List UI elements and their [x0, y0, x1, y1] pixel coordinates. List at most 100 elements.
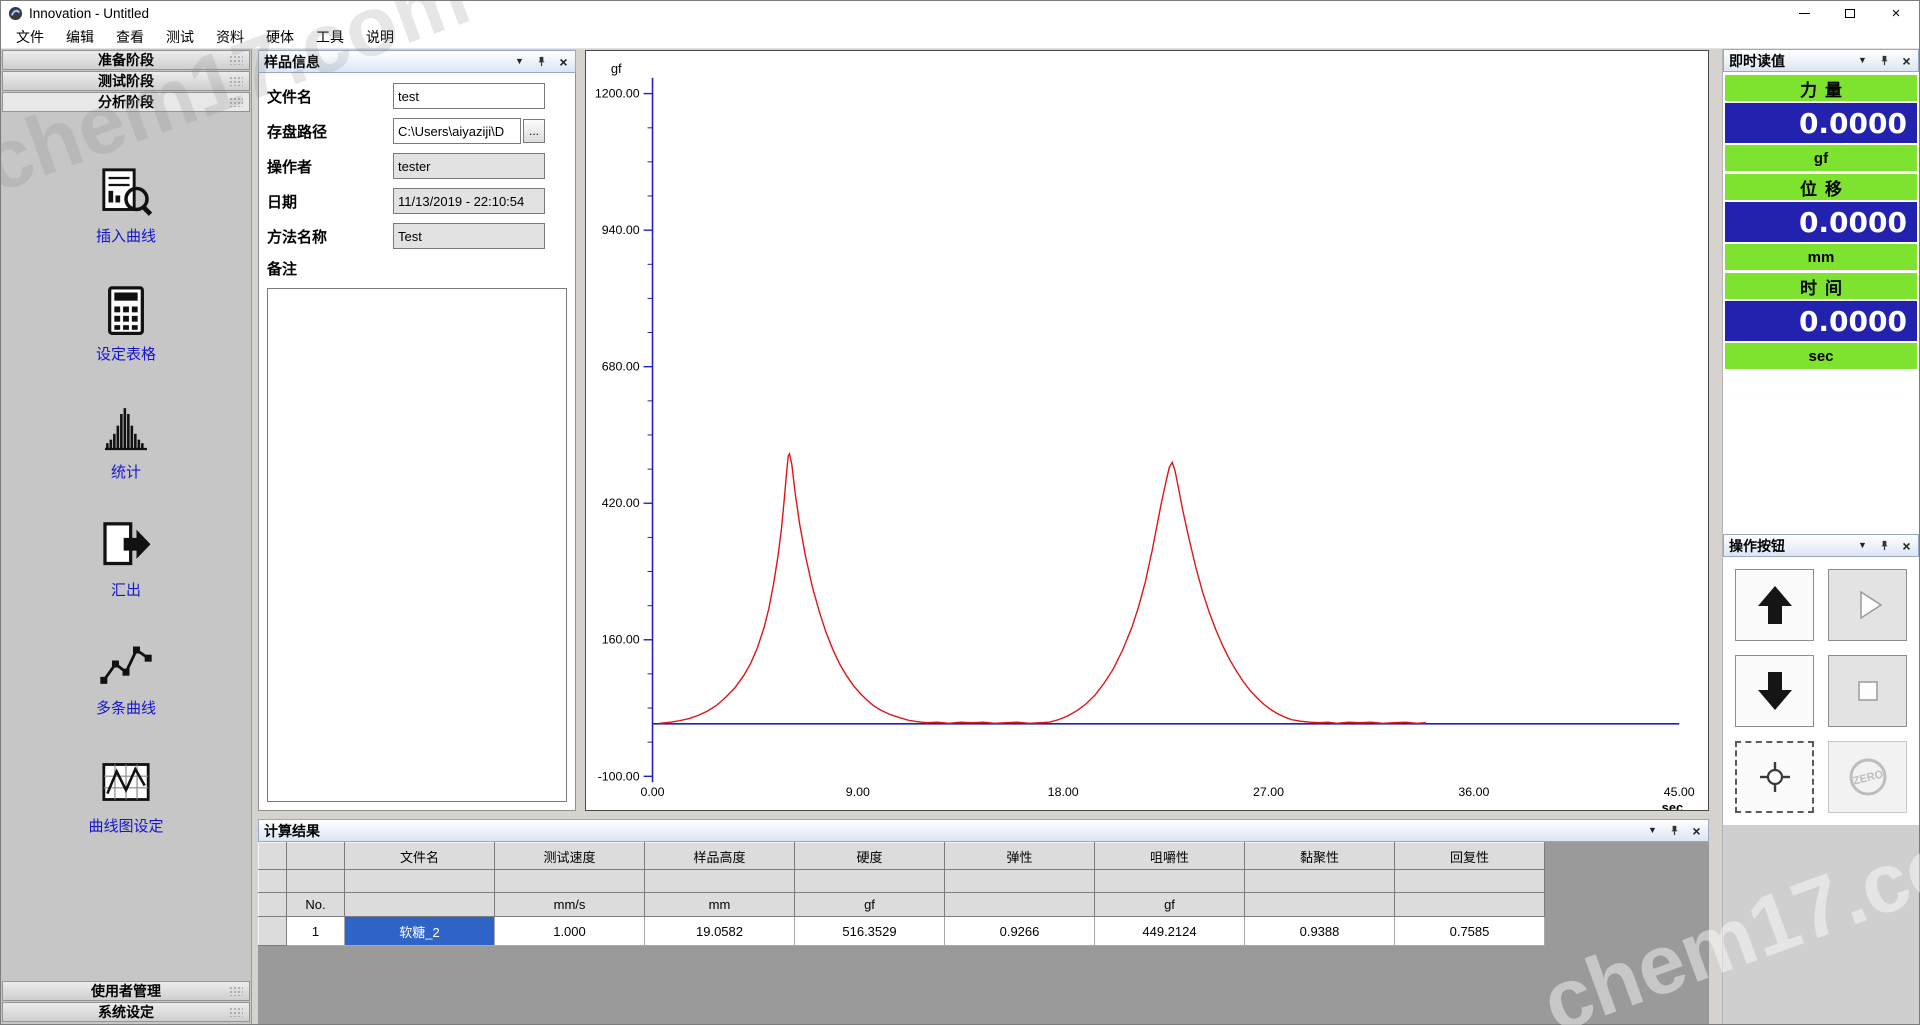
force-reading: 力量 0.0000 gf [1725, 75, 1917, 171]
minimize-icon [1799, 13, 1810, 14]
row-number-cell[interactable]: 1 [287, 917, 345, 946]
menu-data[interactable]: 资料 [205, 25, 255, 49]
resilience-cell[interactable]: 0.7585 [1395, 917, 1545, 946]
date-field[interactable] [393, 188, 545, 214]
pin-icon[interactable] [1668, 824, 1681, 837]
header-cell [345, 870, 495, 893]
insert-curve-button[interactable]: 插入曲线 [96, 164, 156, 246]
header-cell-speed: 测试速度 [495, 843, 645, 870]
tool-label: 插入曲线 [96, 225, 156, 246]
height-cell[interactable]: 19.0582 [645, 917, 795, 946]
sidebar-item-system-settings[interactable]: 系统设定 [2, 1002, 250, 1022]
row-header-cell[interactable] [259, 917, 287, 946]
operator-field[interactable] [393, 153, 545, 179]
content-area: 准备阶段 测试阶段 分析阶段 插入曲线 [1, 49, 1919, 1024]
close-icon[interactable]: × [1690, 824, 1703, 837]
notes-label: 备注 [267, 258, 393, 279]
method-name-field[interactable] [393, 223, 545, 249]
speed-cell[interactable]: 1.000 [495, 917, 645, 946]
minimize-button[interactable] [1781, 1, 1827, 25]
menu-help[interactable]: 说明 [355, 25, 405, 49]
header-cell-hardness: 硬度 [795, 843, 945, 870]
header-cell [1245, 870, 1395, 893]
unit-cell [945, 893, 1095, 917]
move-up-button[interactable] [1735, 569, 1814, 641]
time-value: 0.0000 [1725, 301, 1917, 341]
start-test-button[interactable] [1828, 569, 1907, 641]
panel-title: 计算结果 [264, 821, 320, 841]
force-chart: gf-100.00160.00420.00680.00940.001200.00… [586, 51, 1708, 810]
menu-hardware[interactable]: 硬体 [255, 25, 305, 49]
pin-icon[interactable] [535, 55, 548, 68]
sidebar-item-prepare-stage[interactable]: 准备阶段 [2, 50, 250, 70]
svg-text:18.00: 18.00 [1048, 785, 1079, 799]
unit-cell: mm/s [495, 893, 645, 917]
springiness-cell[interactable]: 0.9266 [945, 917, 1095, 946]
chevron-down-icon[interactable]: ▼ [1646, 824, 1659, 837]
svg-text:27.00: 27.00 [1253, 785, 1284, 799]
menu-tools[interactable]: 工具 [305, 25, 355, 49]
sidebar-item-test-stage[interactable]: 测试阶段 [2, 71, 250, 91]
analysis-tools: 插入曲线 设定表格 [1, 112, 251, 980]
down-arrow-icon [1751, 667, 1799, 715]
close-icon[interactable]: × [1900, 539, 1913, 552]
sidebar-item-user-management[interactable]: 使用者管理 [2, 981, 250, 1001]
chevron-down-icon[interactable]: ▼ [1856, 54, 1869, 67]
pin-icon[interactable] [1878, 539, 1891, 552]
browse-button[interactable]: ... [523, 119, 545, 143]
header-cell-springiness: 弹性 [945, 843, 1095, 870]
time-unit: sec [1725, 343, 1917, 369]
save-path-field[interactable] [393, 118, 521, 144]
move-down-button[interactable] [1735, 655, 1814, 727]
close-icon[interactable]: × [1900, 54, 1913, 67]
hardness-cell[interactable]: 516.3529 [795, 917, 945, 946]
export-button[interactable]: 汇出 [98, 518, 154, 600]
svg-text:9.00: 9.00 [846, 785, 870, 799]
cohesiveness-cell[interactable]: 0.9388 [1245, 917, 1395, 946]
menu-test[interactable]: 测试 [155, 25, 205, 49]
displacement-reading: 位移 0.0000 mm [1725, 174, 1917, 270]
menu-view[interactable]: 查看 [105, 25, 155, 49]
header-cell-chewiness: 咀嚼性 [1095, 843, 1245, 870]
svg-text:940.00: 940.00 [602, 223, 640, 237]
save-path-label: 存盘路径 [267, 121, 393, 142]
home-position-button[interactable] [1735, 741, 1814, 813]
chewiness-cell[interactable]: 449.2124 [1095, 917, 1245, 946]
window-title: Innovation - Untitled [29, 6, 149, 21]
chevron-down-icon[interactable]: ▼ [513, 55, 526, 68]
file-name-cell[interactable]: 软糖_2 [345, 917, 495, 946]
close-button[interactable]: × [1873, 1, 1919, 25]
unit-cell [345, 893, 495, 917]
sidebar-item-analysis-stage[interactable]: 分析阶段 [2, 92, 250, 112]
header-cell [287, 870, 345, 893]
stop-test-button[interactable] [1828, 655, 1907, 727]
header-cell [645, 870, 795, 893]
zero-button[interactable]: ZERO [1828, 741, 1907, 813]
tool-label: 设定表格 [96, 343, 156, 364]
close-icon: × [1892, 6, 1901, 21]
close-icon[interactable]: × [557, 55, 570, 68]
table-setup-button[interactable]: 设定表格 [96, 282, 156, 364]
menu-edit[interactable]: 编辑 [55, 25, 105, 49]
ops-buttons: ZERO [1723, 557, 1919, 825]
curve-settings-button[interactable]: 曲线图设定 [88, 754, 163, 836]
tool-label: 统计 [111, 461, 141, 482]
menu-file[interactable]: 文件 [5, 25, 55, 49]
results-body: 文件名 测试速度 样品高度 硬度 弹性 咀嚼性 黏聚性 回复性 [258, 842, 1709, 1024]
readings-body: 力量 0.0000 gf 位移 0.0000 mm 时间 0.0000 sec [1723, 72, 1919, 372]
panel-header-controls: ▼ × [513, 55, 570, 68]
chevron-down-icon[interactable]: ▼ [1856, 539, 1869, 552]
header-cell [259, 870, 287, 893]
pin-icon[interactable] [1878, 54, 1891, 67]
header-cell [945, 870, 1095, 893]
notes-field[interactable] [267, 288, 567, 802]
field-row: 存盘路径 ... [267, 118, 567, 144]
panel-header-controls: ▼ × [1646, 824, 1703, 837]
header-cell-resilience: 回复性 [1395, 843, 1545, 870]
maximize-button[interactable] [1827, 1, 1873, 25]
multi-curve-button[interactable]: 多条曲线 [96, 636, 156, 718]
statistics-button[interactable]: 统计 [98, 400, 154, 482]
file-name-label: 文件名 [267, 86, 393, 107]
svg-text:gf: gf [611, 61, 622, 76]
file-name-field[interactable] [393, 83, 545, 109]
